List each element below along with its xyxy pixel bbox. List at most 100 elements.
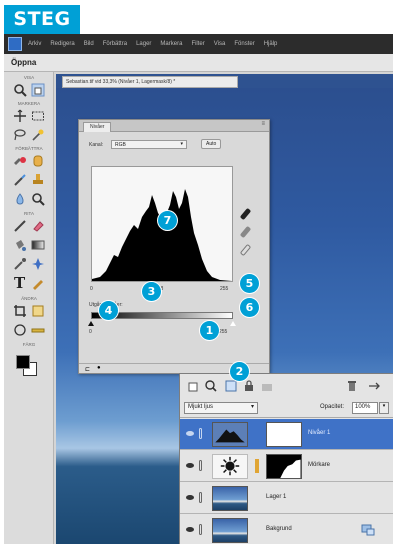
white-eyedropper-icon[interactable] xyxy=(239,243,252,257)
opacity-dropdown-button[interactable]: ▾ xyxy=(379,402,389,414)
callout-2: 2 xyxy=(230,362,249,381)
lock-transparency-icon[interactable] xyxy=(261,380,273,392)
panel-menu-icon[interactable]: ≡ xyxy=(261,121,265,127)
layer-row[interactable]: Lager 1 xyxy=(180,483,393,514)
content-move-tool-icon[interactable] xyxy=(13,323,27,337)
lock-icon[interactable] xyxy=(243,380,255,392)
channel-label: Kanal: xyxy=(89,142,104,148)
app-logo-icon xyxy=(8,37,22,51)
layer-row[interactable]: Mörkare xyxy=(180,451,393,482)
adjustment-layer-icon[interactable] xyxy=(205,380,217,392)
app-screenshot: Arkiv Redigera Bild Förbättra Lager Mark… xyxy=(4,34,393,544)
output-white-slider[interactable] xyxy=(230,321,236,326)
marquee-tool-icon[interactable] xyxy=(31,109,45,123)
eye-icon[interactable] xyxy=(186,495,194,500)
pencil-tool-icon[interactable] xyxy=(31,276,45,290)
move-tool-icon[interactable] xyxy=(13,109,27,123)
shape-tool-icon[interactable] xyxy=(31,257,45,271)
trash-icon[interactable] xyxy=(346,380,358,392)
input-tick-label: 255 xyxy=(220,286,229,292)
new-layer-icon[interactable] xyxy=(188,380,200,392)
link-icon xyxy=(255,459,259,473)
spot-healing-tool-icon[interactable] xyxy=(31,154,45,168)
clone-stamp-tool-icon[interactable] xyxy=(31,173,45,187)
callout-5: 5 xyxy=(240,274,259,293)
layer-name: Nivåer 1 xyxy=(308,430,331,436)
lasso-tool-icon[interactable] xyxy=(13,128,27,142)
layer-row[interactable]: Nivåer 1 xyxy=(180,419,393,450)
toolbox-section-label: VISA xyxy=(23,75,35,80)
toolbox-section-label: RITA xyxy=(24,211,34,216)
chevron-down-icon: ▾ xyxy=(180,141,183,147)
crop-tool-icon[interactable] xyxy=(13,304,27,318)
toolbox-section-label: ÄNDRA xyxy=(21,296,37,301)
smart-brush-tool-icon[interactable] xyxy=(13,173,27,187)
menu-bar: Arkiv Redigera Bild Förbättra Lager Mark… xyxy=(4,34,393,54)
menu-item-markera[interactable]: Markera xyxy=(160,41,182,47)
levels-tab[interactable]: Nivåer xyxy=(83,122,112,132)
eye-icon[interactable] xyxy=(186,463,194,468)
clip-to-layer-icon[interactable]: ⊏ xyxy=(85,366,90,373)
callout-3: 3 xyxy=(142,282,161,301)
levels-panel: Nivåer ≡ Kanal: RGB ▾ Auto 0 128 255 Utg… xyxy=(78,119,270,374)
link-icon[interactable] xyxy=(199,524,202,535)
options-bar: Öppna xyxy=(4,54,393,72)
blur-tool-icon[interactable] xyxy=(13,192,27,206)
callout-7: 7 xyxy=(158,211,177,230)
document-tab[interactable]: Sebastian.tif vid 33,3% (Nivåer 1, Lager… xyxy=(62,76,238,88)
menu-item-filter[interactable]: Filter xyxy=(191,41,204,47)
blend-mode-value: Mjukt ljus xyxy=(188,404,214,410)
callout-4: 4 xyxy=(99,301,118,320)
gray-eyedropper-icon[interactable] xyxy=(239,225,252,239)
menu-item-forbattra[interactable]: Förbättra xyxy=(103,41,127,47)
levels-panel-header: Nivåer ≡ xyxy=(79,120,269,132)
channel-select[interactable]: RGB ▾ xyxy=(111,140,187,149)
output-black-slider[interactable] xyxy=(88,321,94,326)
color-picker-tool-icon[interactable] xyxy=(13,257,27,271)
sponge-tool-icon[interactable] xyxy=(31,192,45,206)
layer-thumbnail xyxy=(212,518,248,543)
menu-item-bild[interactable]: Bild xyxy=(84,41,94,47)
menu-item-lager[interactable]: Lager xyxy=(136,41,151,47)
menu-item-hjalp[interactable]: Hjälp xyxy=(264,41,278,47)
visibility-icon[interactable]: ● xyxy=(97,365,101,371)
magic-wand-tool-icon[interactable] xyxy=(31,128,45,142)
channel-value: RGB xyxy=(115,142,126,148)
brush-tool-icon[interactable] xyxy=(13,219,27,233)
menu-item-visa[interactable]: Visa xyxy=(214,41,226,47)
auto-button[interactable]: Auto xyxy=(201,139,222,149)
layer-row[interactable]: Bakgrund xyxy=(180,515,393,544)
zoom-tool-icon[interactable] xyxy=(13,83,27,97)
menu-item-arkiv[interactable]: Arkiv xyxy=(28,41,41,47)
layer-mask-icon[interactable] xyxy=(225,380,237,392)
menu-item-redigera[interactable]: Redigera xyxy=(50,41,74,47)
toolbox-section-label: FÖRBÄTTRA xyxy=(15,146,43,151)
toolbox: VISA MARKERA FÖRBÄTTRA RITA T ÄNDRA FÄRG xyxy=(4,72,54,544)
menu-item-fonster[interactable]: Fönster xyxy=(234,41,254,47)
toolbox-section-label: MARKERA xyxy=(17,101,41,106)
foreground-color-swatch[interactable] xyxy=(16,355,30,369)
gradient-tool-icon[interactable] xyxy=(31,238,45,252)
eye-icon[interactable] xyxy=(186,527,194,532)
panel-menu-icon[interactable] xyxy=(368,380,380,392)
opacity-input[interactable]: 100% xyxy=(352,402,378,414)
black-eyedropper-icon[interactable] xyxy=(239,207,252,221)
link-icon[interactable] xyxy=(199,460,202,471)
link-icon[interactable] xyxy=(199,492,202,503)
output-max-value: 255 xyxy=(219,329,228,335)
open-menu-button[interactable]: Öppna xyxy=(11,58,36,67)
link-icon[interactable] xyxy=(199,428,202,439)
layer-thumbnail xyxy=(212,486,248,511)
recompose-tool-icon[interactable] xyxy=(31,304,45,318)
hand-tool-icon[interactable] xyxy=(31,83,45,97)
step-label: STEG 5 xyxy=(4,5,80,59)
output-min-value: 0 xyxy=(89,329,92,335)
red-eye-tool-icon[interactable] xyxy=(13,154,27,168)
type-tool-icon[interactable]: T xyxy=(14,276,25,291)
eye-icon[interactable] xyxy=(186,431,194,436)
eraser-tool-icon[interactable] xyxy=(31,219,45,233)
paint-bucket-tool-icon[interactable] xyxy=(13,238,27,252)
blend-mode-select[interactable]: Mjukt ljus ▾ xyxy=(184,402,258,414)
straighten-tool-icon[interactable] xyxy=(31,323,45,337)
chevron-down-icon: ▾ xyxy=(250,404,254,410)
